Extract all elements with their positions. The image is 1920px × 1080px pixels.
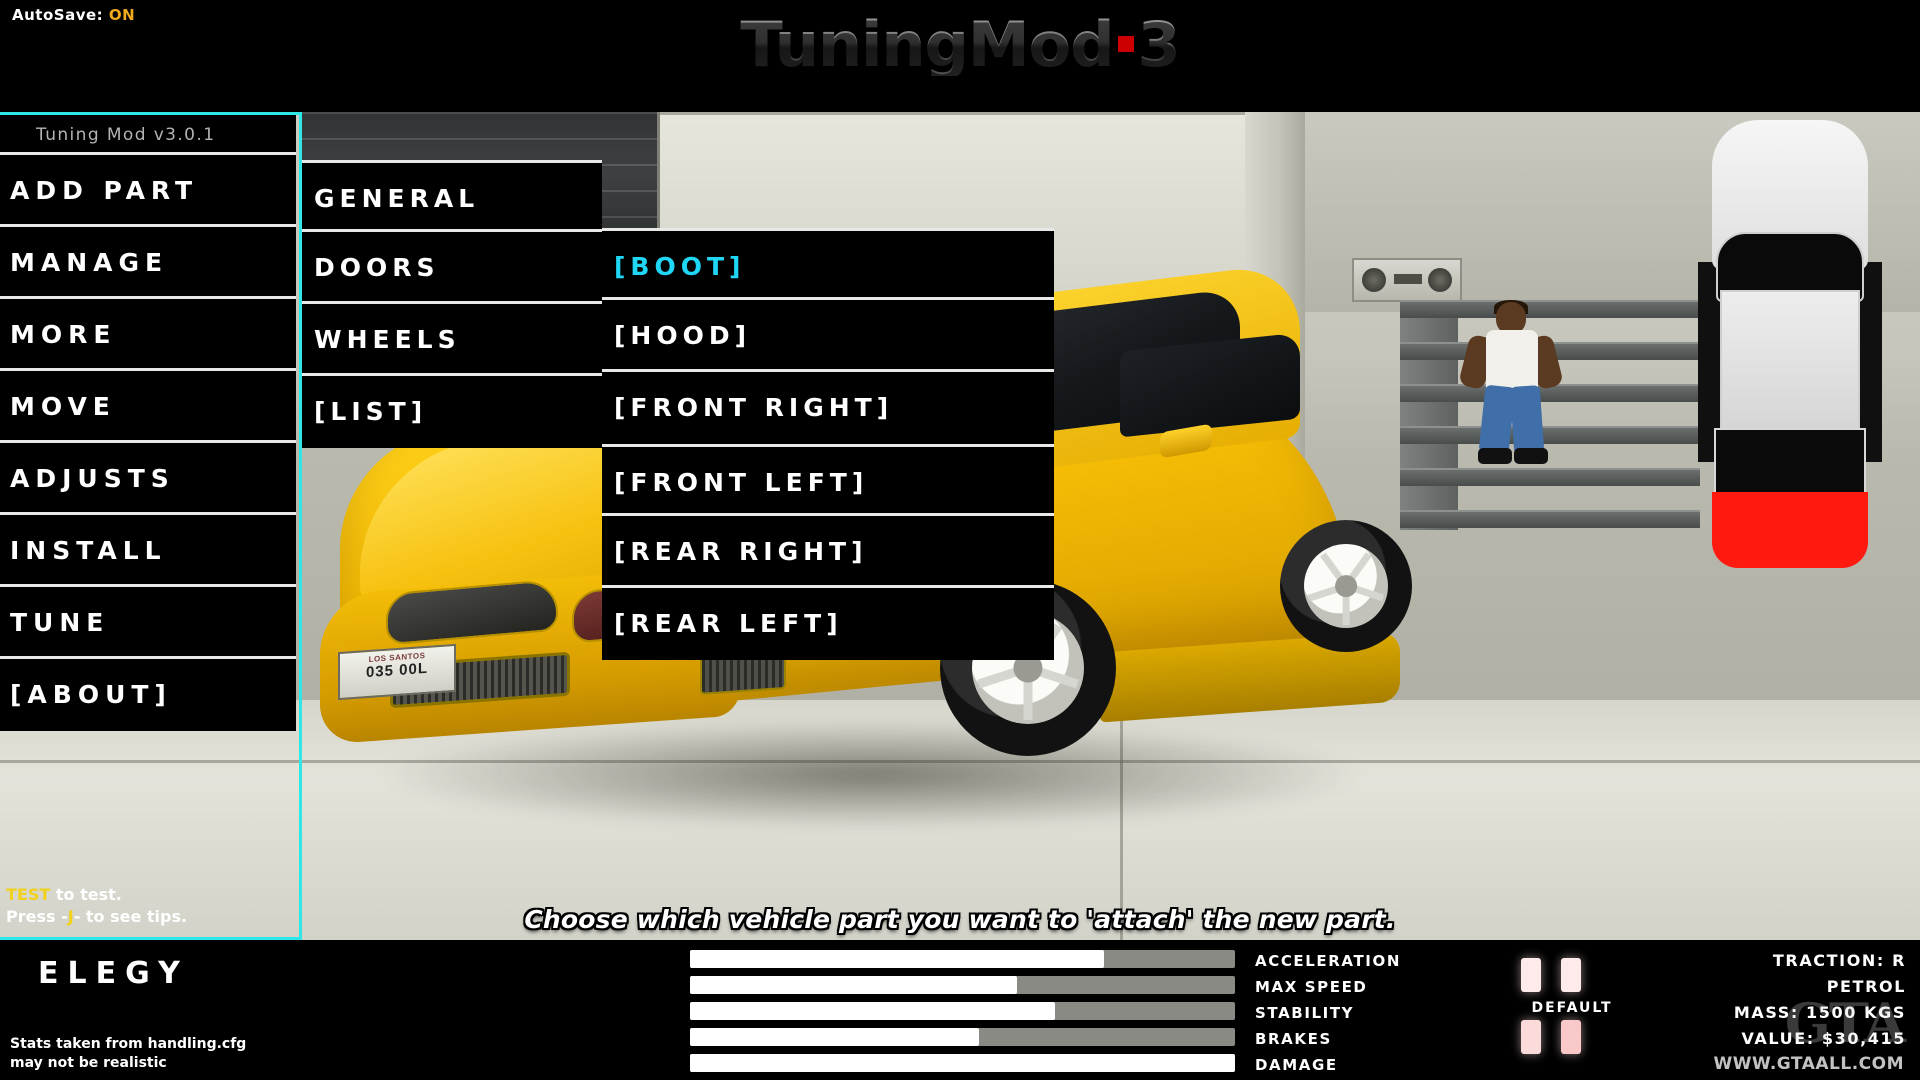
main-menu-sidebar: Tuning Mod v3.0.1 ADD PART MANAGE MORE M… bbox=[0, 115, 296, 731]
submenu-item-hood[interactable]: [HOOD] bbox=[602, 300, 1054, 372]
vehicle-name: ELEGY bbox=[38, 956, 189, 991]
info-traction: TRACTION: R bbox=[1772, 951, 1906, 970]
stat-label-damage: DAMAGE bbox=[1255, 1056, 1338, 1074]
stats-disclaimer-line1: Stats taken from handling.cfg bbox=[10, 1036, 247, 1052]
vehicle-top-view-preview bbox=[1690, 112, 1890, 592]
submenu-item-general[interactable]: GENERAL bbox=[302, 160, 602, 232]
title-dot-icon bbox=[1117, 35, 1134, 52]
app-title-name: TuningMod bbox=[740, 8, 1114, 81]
app-title: TuningMod 3 bbox=[0, 14, 1920, 76]
hint-test-text: to test. bbox=[50, 885, 122, 904]
stat-bar-acceleration bbox=[690, 950, 1235, 968]
preview-boot-highlight bbox=[1714, 428, 1866, 494]
stat-label-stability: STABILITY bbox=[1255, 1004, 1355, 1022]
submenu-category-column: GENERAL DOORS WHEELS [LIST] bbox=[302, 160, 602, 448]
stats-disclaimer: Stats taken from handling.cfg may not be… bbox=[10, 1035, 246, 1073]
help-instruction-text: Choose which vehicle part you want to 'a… bbox=[524, 905, 1396, 934]
menu-item-about[interactable]: [ABOUT] bbox=[0, 659, 296, 731]
top-bar: AutoSave: ON TuningMod3 bbox=[0, 0, 1920, 112]
hint-test: TEST to test. bbox=[6, 884, 296, 906]
submenu-parts-column-top: [BOOT] [HOOD] [FRONT RIGHT] bbox=[602, 228, 1054, 444]
menu-item-install[interactable]: INSTALL bbox=[0, 515, 296, 587]
lamp-bottom-left-icon bbox=[1521, 1020, 1541, 1054]
stats-disclaimer-line2: may not be realistic bbox=[10, 1054, 167, 1071]
lights-mode-label: DEFAULT bbox=[1531, 1000, 1613, 1016]
preview-body bbox=[1720, 290, 1860, 430]
submenu-item-front-left[interactable]: [FRONT LEFT] bbox=[602, 444, 1054, 516]
app-title-version: 3 bbox=[1137, 8, 1181, 81]
wheel-rear bbox=[1280, 520, 1412, 652]
hint-test-key: TEST bbox=[6, 885, 51, 904]
info-mass: MASS: 1500 KGS bbox=[1733, 1002, 1906, 1022]
stat-label-max-speed: MAX SPEED bbox=[1255, 978, 1368, 996]
menu-item-tune[interactable]: TUNE bbox=[0, 587, 296, 659]
vehicle-info-panel: TRACTION: R PETROL MASS: 1500 KGS VALUE:… bbox=[1734, 948, 1906, 1052]
player-character bbox=[1452, 300, 1572, 470]
stat-bars bbox=[690, 950, 1235, 1080]
license-plate: LOS SANTOS 035 00L bbox=[338, 643, 456, 701]
submenu-item-rear-right[interactable]: [REAR RIGHT] bbox=[602, 516, 1054, 588]
submenu-item-rear-left[interactable]: [REAR LEFT] bbox=[602, 588, 1054, 660]
menu-version-header: Tuning Mod v3.0.1 bbox=[0, 115, 296, 155]
menu-item-adjusts[interactable]: ADJUSTS bbox=[0, 443, 296, 515]
submenu-item-doors[interactable]: DOORS bbox=[302, 232, 602, 304]
submenu-item-boot[interactable]: [BOOT] bbox=[602, 228, 1054, 300]
lamp-top-right-icon bbox=[1561, 958, 1581, 992]
lamp-bottom-right-icon bbox=[1561, 1020, 1581, 1054]
stat-bar-damage bbox=[690, 1054, 1235, 1072]
lamp-top-left-icon bbox=[1521, 958, 1541, 992]
stat-bar-stability bbox=[690, 1002, 1235, 1020]
stat-bar-brakes bbox=[690, 1028, 1235, 1046]
menu-item-add-part[interactable]: ADD PART bbox=[0, 155, 296, 227]
stat-bar-max-speed bbox=[690, 976, 1235, 994]
menu-item-more[interactable]: MORE bbox=[0, 299, 296, 371]
submenu-parts-column-bottom: [FRONT LEFT] [REAR RIGHT] [REAR LEFT] bbox=[602, 444, 1054, 660]
vehicle-lights-indicator: DEFAULT bbox=[1515, 958, 1625, 1058]
stat-label-acceleration: ACCELERATION bbox=[1255, 952, 1401, 970]
info-fuel: PETROL bbox=[1826, 976, 1906, 996]
submenu-item-wheels[interactable]: WHEELS bbox=[302, 304, 602, 376]
preview-front-highlight bbox=[1712, 492, 1868, 568]
menu-item-move[interactable]: MOVE bbox=[0, 371, 296, 443]
stat-labels: ACCELERATION MAX SPEED STABILITY BRAKES … bbox=[1255, 950, 1401, 1080]
vehicle-stats-hud: ELEGY Stats taken from handling.cfg may … bbox=[0, 940, 1920, 1080]
stat-label-brakes: BRAKES bbox=[1255, 1030, 1332, 1048]
submenu-item-front-right[interactable]: [FRONT RIGHT] bbox=[602, 372, 1054, 444]
info-value: VALUE: $30,415 bbox=[1741, 1028, 1906, 1048]
submenu-item-list[interactable]: [LIST] bbox=[302, 376, 602, 448]
menu-item-manage[interactable]: MANAGE bbox=[0, 227, 296, 299]
